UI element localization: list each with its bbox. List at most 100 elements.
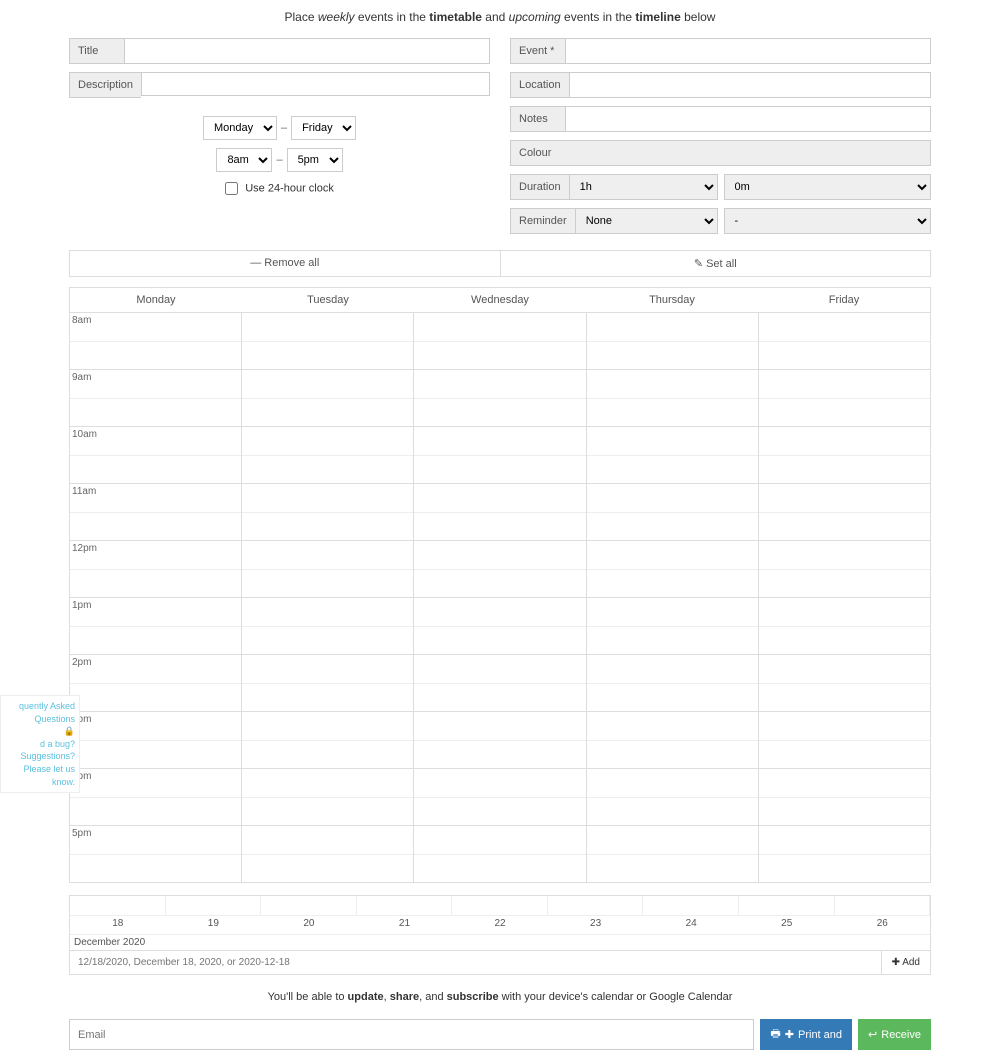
hour-cell[interactable] xyxy=(414,825,585,882)
location-input[interactable] xyxy=(569,72,931,98)
hour-cell[interactable] xyxy=(587,312,758,369)
remove-all-button[interactable]: — Remove all xyxy=(70,251,501,276)
hour-cell[interactable]: 9am xyxy=(70,369,241,426)
reminder-unit-select[interactable]: - xyxy=(724,208,932,234)
hour-cell[interactable]: 3pm xyxy=(70,711,241,768)
hour-cell[interactable] xyxy=(759,369,930,426)
hour-cell[interactable] xyxy=(759,711,930,768)
hour-label: 2pm xyxy=(70,655,241,668)
hour-cell[interactable] xyxy=(242,540,413,597)
hour-cell[interactable] xyxy=(759,597,930,654)
timeline-date-input[interactable] xyxy=(70,951,881,974)
hour-cell[interactable] xyxy=(414,597,585,654)
hour-cell[interactable] xyxy=(759,654,930,711)
timeline-date[interactable]: 20 xyxy=(261,916,357,934)
hour-cell[interactable] xyxy=(587,483,758,540)
hour-cell[interactable] xyxy=(759,540,930,597)
day-from-select[interactable]: Monday xyxy=(203,116,277,140)
timeline-date[interactable]: 22 xyxy=(452,916,548,934)
hour-label: 8am xyxy=(70,313,241,326)
day-column[interactable] xyxy=(413,312,585,882)
timeline-date[interactable]: 21 xyxy=(357,916,453,934)
title-label: Title xyxy=(69,38,124,64)
hour-cell[interactable] xyxy=(587,768,758,825)
notes-input[interactable] xyxy=(565,106,931,132)
hour-cell[interactable] xyxy=(587,711,758,768)
hour-label: 4pm xyxy=(70,769,241,782)
timeline-date[interactable]: 24 xyxy=(643,916,739,934)
hour-cell[interactable]: 11am xyxy=(70,483,241,540)
print-icon: 🖶 xyxy=(770,1025,780,1044)
hour-cell[interactable] xyxy=(414,711,585,768)
timeline-scroll[interactable] xyxy=(70,896,930,916)
hour-cell[interactable] xyxy=(242,426,413,483)
hour-cell[interactable] xyxy=(587,654,758,711)
email-input[interactable] xyxy=(69,1019,754,1050)
title-group: Title xyxy=(69,38,490,64)
hour-cell[interactable] xyxy=(242,369,413,426)
hour-cell[interactable] xyxy=(242,711,413,768)
hour-cell[interactable] xyxy=(759,825,930,882)
hour-cell[interactable] xyxy=(587,540,758,597)
hour-cell[interactable] xyxy=(759,768,930,825)
hour-cell[interactable]: 12pm xyxy=(70,540,241,597)
timeline-date[interactable]: 19 xyxy=(166,916,262,934)
hour-cell[interactable]: 10am xyxy=(70,426,241,483)
description-input[interactable] xyxy=(141,72,490,96)
timeline-date[interactable]: 23 xyxy=(548,916,644,934)
hour-cell[interactable]: 8am xyxy=(70,312,241,369)
hour-cell[interactable] xyxy=(759,426,930,483)
hour-cell[interactable] xyxy=(414,768,585,825)
hour-cell[interactable] xyxy=(242,654,413,711)
day-header: Friday xyxy=(758,288,930,312)
time-from-select[interactable]: 8am xyxy=(216,148,272,172)
hour-cell[interactable] xyxy=(414,369,585,426)
colour-label[interactable]: Colour xyxy=(510,140,931,166)
hour-cell[interactable]: 4pm xyxy=(70,768,241,825)
reminder-group: Reminder None xyxy=(510,208,718,234)
set-all-button[interactable]: ✎ Set all xyxy=(501,251,931,276)
day-to-select[interactable]: Friday xyxy=(291,116,356,140)
hour-label: 3pm xyxy=(70,712,241,725)
hour-cell[interactable] xyxy=(242,597,413,654)
add-button[interactable]: ✚ Add xyxy=(881,951,930,974)
hour-cell[interactable] xyxy=(414,654,585,711)
hour-cell[interactable] xyxy=(414,540,585,597)
hour-cell[interactable] xyxy=(414,312,585,369)
hour-cell[interactable] xyxy=(414,426,585,483)
reminder-label: Reminder xyxy=(510,208,575,234)
event-input[interactable] xyxy=(565,38,931,64)
day-column[interactable]: 8am 9am10am11am12pm 1pm2pm 3pm 4pm 5pm xyxy=(70,312,241,882)
receive-button[interactable]: ↩ Receive xyxy=(858,1019,931,1050)
hour-cell[interactable] xyxy=(587,369,758,426)
day-separator: – xyxy=(281,122,287,134)
hour-cell[interactable] xyxy=(587,597,758,654)
hour-cell[interactable]: 2pm xyxy=(70,654,241,711)
day-column[interactable] xyxy=(241,312,413,882)
day-column[interactable] xyxy=(758,312,930,882)
hour-cell[interactable]: 5pm xyxy=(70,825,241,882)
hour-cell[interactable] xyxy=(242,825,413,882)
duration-hours-select[interactable]: 1h xyxy=(569,174,718,200)
hour-cell[interactable] xyxy=(759,312,930,369)
hour-cell[interactable] xyxy=(414,483,585,540)
duration-minutes-select[interactable]: 0m xyxy=(724,174,932,200)
hour-cell[interactable]: 1pm xyxy=(70,597,241,654)
timeline-date[interactable]: 18 xyxy=(70,916,166,934)
hour-cell[interactable] xyxy=(242,768,413,825)
side-help-box[interactable]: quently Asked Questions 🔒 d a bug? Sugge… xyxy=(0,695,80,793)
time-to-select[interactable]: 5pm xyxy=(287,148,343,172)
clock-checkbox[interactable] xyxy=(225,182,238,195)
hour-label: 12pm xyxy=(70,541,241,554)
hour-cell[interactable] xyxy=(242,312,413,369)
hour-cell[interactable] xyxy=(242,483,413,540)
title-input[interactable] xyxy=(124,38,490,64)
hour-cell[interactable] xyxy=(759,483,930,540)
timeline-date[interactable]: 26 xyxy=(835,916,931,934)
day-column[interactable] xyxy=(586,312,758,882)
reminder-value-select[interactable]: None xyxy=(575,208,718,234)
hour-cell[interactable] xyxy=(587,426,758,483)
hour-cell[interactable] xyxy=(587,825,758,882)
timeline-date[interactable]: 25 xyxy=(739,916,835,934)
print-button[interactable]: 🖶 ✚ Print and xyxy=(760,1019,852,1050)
